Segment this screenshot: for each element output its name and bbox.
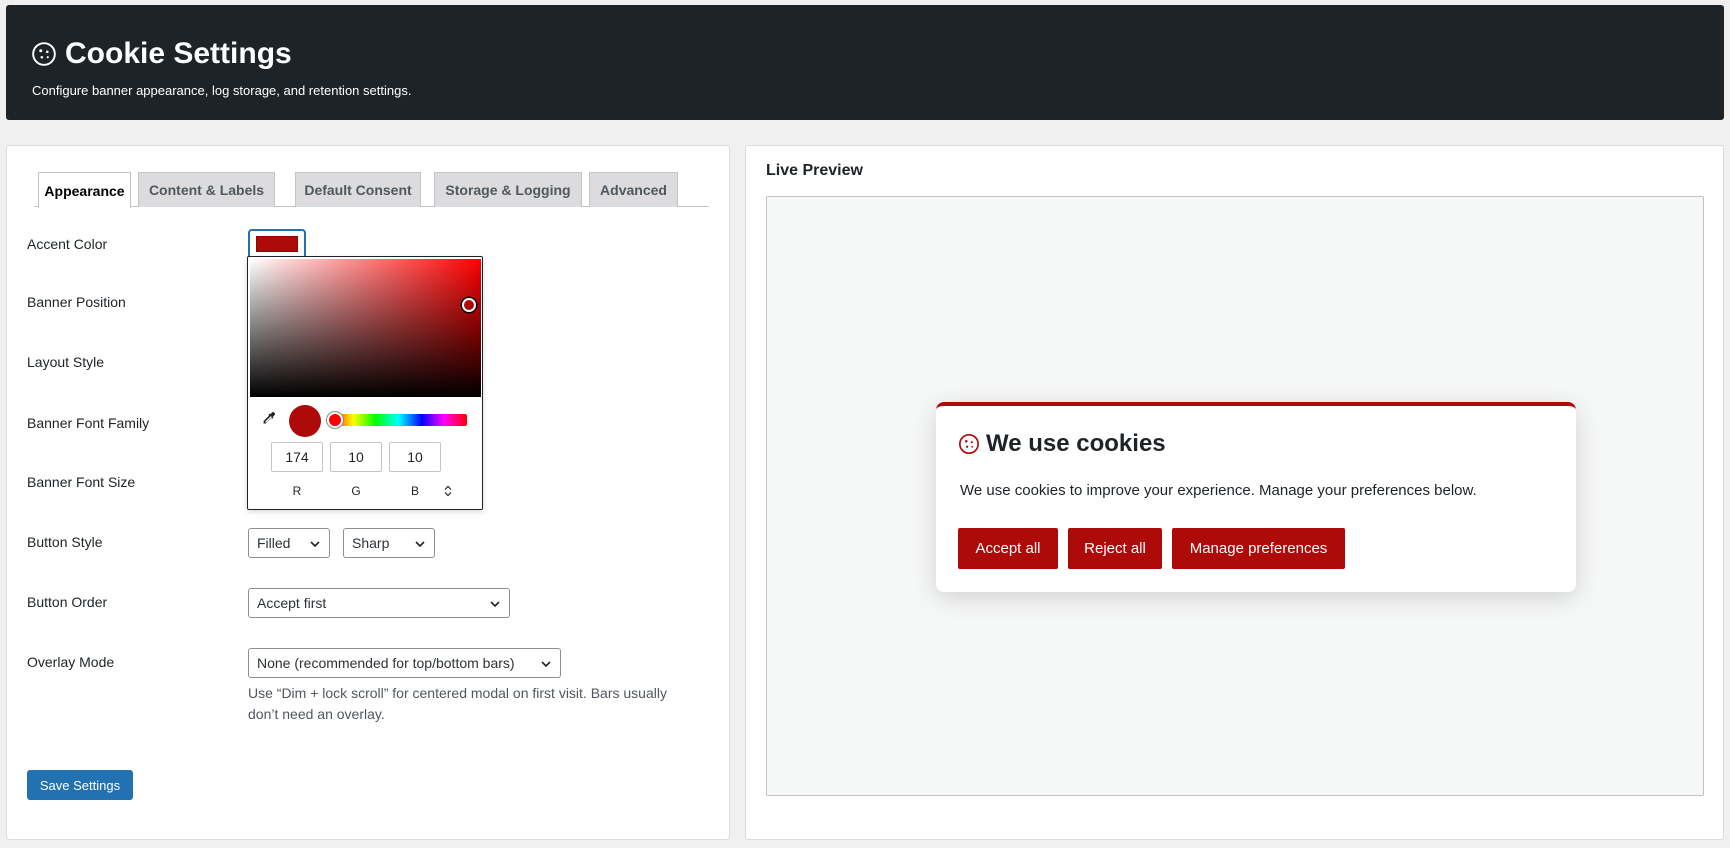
accept-all-button[interactable]: Accept all xyxy=(958,528,1058,569)
reject-all-button[interactable]: Reject all xyxy=(1068,528,1162,569)
layout-style-label: Layout Style xyxy=(27,354,105,370)
button-style-label: Button Style xyxy=(27,534,103,550)
cookie-banner-preview: We use cookies We use cookies to improve… xyxy=(936,402,1576,592)
overlay-mode-select[interactable]: None (recommended for top/bottom bars) xyxy=(248,648,561,678)
accent-color-button[interactable] xyxy=(248,229,306,259)
banner-font-size-label: Banner Font Size xyxy=(27,474,136,490)
green-label: G xyxy=(351,484,361,498)
color-mode-toggle-icon[interactable] xyxy=(444,485,452,497)
page-header: Cookie Settings Configure banner appeara… xyxy=(6,5,1724,120)
overlay-mode-label: Overlay Mode xyxy=(27,654,115,670)
blue-input[interactable]: 10 xyxy=(389,442,441,472)
tab-content-labels[interactable]: Content & Labels xyxy=(138,172,275,207)
green-input[interactable]: 10 xyxy=(330,442,382,472)
red-label: R xyxy=(292,484,302,498)
page-title-text: Cookie Settings xyxy=(65,37,292,70)
tab-appearance[interactable]: Appearance xyxy=(38,172,131,208)
preview-frame: We use cookies We use cookies to improve… xyxy=(766,196,1704,796)
chevron-down-icon xyxy=(310,541,320,548)
cookie-icon xyxy=(32,42,56,66)
banner-font-family-label: Banner Font Family xyxy=(27,415,150,431)
banner-title: We use cookies xyxy=(958,430,1166,458)
live-preview-panel: Live Preview We use cookies We use cooki… xyxy=(745,145,1724,840)
overlay-mode-help: Use “Dim + lock scroll” for centered mod… xyxy=(248,685,667,722)
tab-default-consent[interactable]: Default Consent xyxy=(295,172,421,207)
tab-storage-logging[interactable]: Storage & Logging xyxy=(434,172,582,207)
manage-preferences-button[interactable]: Manage preferences xyxy=(1172,528,1345,569)
overlay-mode-value: None (recommended for top/bottom bars) xyxy=(257,655,515,671)
saturation-handle[interactable] xyxy=(462,298,476,312)
hue-slider-handle[interactable] xyxy=(327,412,343,428)
red-input[interactable]: 174 xyxy=(271,442,323,472)
button-shape-select[interactable]: Sharp xyxy=(343,528,435,558)
button-order-label: Button Order xyxy=(27,594,108,610)
settings-tabs: Appearance Content & Labels Default Cons… xyxy=(34,172,709,208)
button-order-select[interactable]: Accept first xyxy=(248,588,510,618)
button-order-value: Accept first xyxy=(257,595,327,611)
banner-title-text: We use cookies xyxy=(986,430,1166,457)
live-preview-title: Live Preview xyxy=(766,162,863,179)
saturation-area[interactable] xyxy=(250,259,481,397)
blue-label: B xyxy=(410,484,419,498)
banner-message: We use cookies to improve your experienc… xyxy=(960,482,1477,499)
color-picker-popup: 174 10 10 R G B xyxy=(247,256,483,510)
tab-advanced[interactable]: Advanced xyxy=(589,172,678,207)
color-preview-swatch xyxy=(289,405,321,437)
button-fill-value: Filled xyxy=(257,535,291,551)
chevron-down-icon xyxy=(490,601,500,608)
chevron-down-icon xyxy=(415,541,425,548)
cookie-icon xyxy=(959,434,979,454)
button-shape-value: Sharp xyxy=(352,535,390,551)
hue-slider[interactable] xyxy=(330,414,467,426)
accent-color-swatch xyxy=(256,236,298,252)
page-subtitle: Configure banner appearance, log storage… xyxy=(32,83,412,98)
accent-color-label: Accent Color xyxy=(27,236,108,252)
eyedropper-icon[interactable] xyxy=(260,410,278,428)
chevron-down-icon xyxy=(541,661,551,668)
button-fill-select[interactable]: Filled xyxy=(248,528,330,558)
save-settings-button[interactable]: Save Settings xyxy=(27,770,133,800)
banner-position-label: Banner Position xyxy=(27,294,126,310)
page-title: Cookie Settings xyxy=(31,37,292,71)
